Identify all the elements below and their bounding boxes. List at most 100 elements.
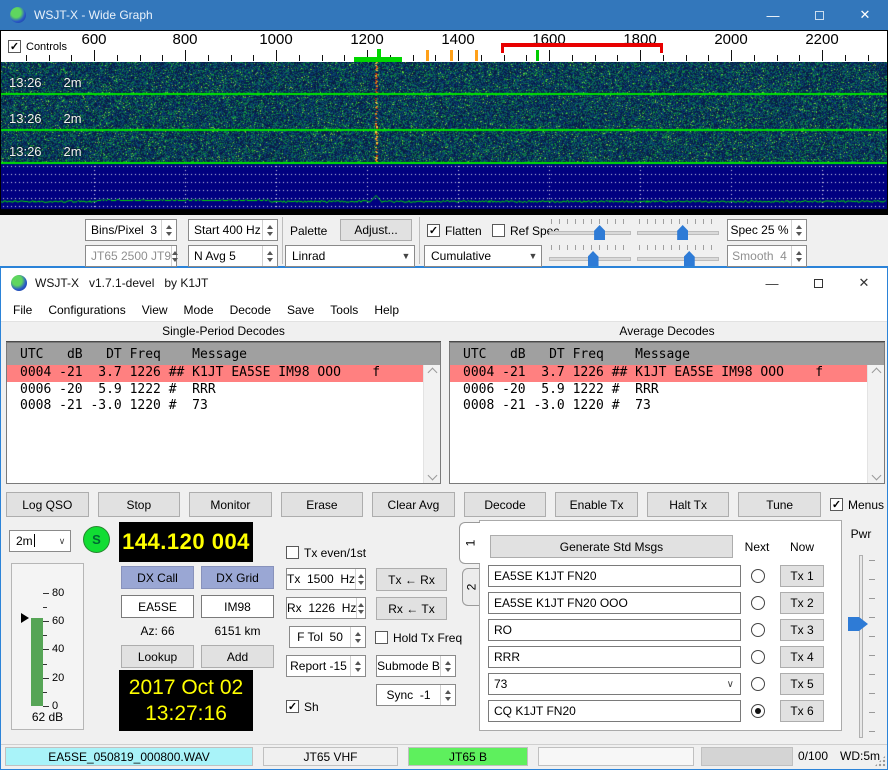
tx-now-button-5[interactable]: Tx 5 [780, 673, 824, 695]
tx-freq-spinner[interactable]: Tx 1500 Hz [286, 568, 366, 590]
menu-file[interactable]: File [5, 300, 40, 320]
close-icon[interactable]: ✕ [842, 0, 888, 30]
tx-next-radio-3[interactable] [751, 623, 765, 637]
decode-row[interactable]: 0004 -21 3.7 1226 ## K1JT EA5SE IM98 OOO… [7, 365, 423, 382]
tx-from-rx-button[interactable]: Tx ← Rx [376, 568, 447, 591]
n-avg-spinner[interactable]: N Avg 5 [188, 245, 278, 267]
scroll-down-icon[interactable] [871, 471, 881, 481]
sync-spinner[interactable]: Sync -1 [376, 684, 456, 706]
spinner-arrows-icon[interactable] [355, 569, 365, 589]
wide-graph-titlebar[interactable]: WSJT-X - Wide Graph — ✕ [0, 0, 888, 30]
decode-row[interactable]: 0006 -20 5.9 1222 # RRR [450, 382, 867, 399]
tx-now-button-6[interactable]: Tx 6 [780, 700, 824, 722]
frequency-scale[interactable]: Controls 6008001000120014001600180020002… [1, 31, 887, 62]
slider-thumb[interactable] [684, 251, 695, 266]
generate-std-msgs-button[interactable]: Generate Std Msgs [490, 535, 733, 558]
tune-button[interactable]: Tune [738, 492, 821, 517]
slider-thumb[interactable] [594, 225, 605, 240]
spectrum-zero-slider[interactable] [637, 244, 719, 266]
scroll-up-icon[interactable] [427, 368, 437, 378]
tx-now-button-2[interactable]: Tx 2 [780, 592, 824, 614]
tx-next-radio-4[interactable] [751, 650, 765, 664]
tab-1[interactable]: 1 [459, 522, 480, 564]
spinner-arrows-icon[interactable] [262, 246, 277, 266]
add-button[interactable]: Add [201, 645, 274, 668]
main-titlebar[interactable]: WSJT-X v1.7.1-devel by K1JT — ✕ [1, 268, 887, 298]
spinner-arrows-icon[interactable] [350, 627, 365, 647]
scroll-up-icon[interactable] [871, 368, 881, 378]
spec-percent-spinner[interactable]: Spec 25 % [727, 219, 807, 241]
dx-grid-field[interactable]: IM98 [201, 595, 274, 618]
tx-now-button-3[interactable]: Tx 3 [780, 619, 824, 641]
pwr-slider[interactable] [859, 555, 863, 738]
menu-help[interactable]: Help [366, 300, 407, 320]
decode-list[interactable]: 0004 -21 3.7 1226 ## K1JT EA5SE IM98 OOO… [450, 365, 867, 483]
tx-message-field-1[interactable]: EA5SE K1JT FN20 [488, 565, 741, 587]
menu-tools[interactable]: Tools [322, 300, 366, 320]
band-select-combo[interactable]: 2m ∨ [9, 530, 71, 552]
tx-even-checkbox[interactable]: Tx even/1st [286, 545, 366, 560]
decode-list[interactable]: 0004 -21 3.7 1226 ## K1JT EA5SE IM98 OOO… [7, 365, 423, 483]
slider-thumb[interactable] [677, 225, 688, 240]
menus-checkbox[interactable]: Menus [830, 497, 884, 512]
clear-avg-button[interactable]: Clear Avg [372, 492, 455, 517]
controls-checkbox[interactable]: Controls [8, 39, 67, 54]
tx-next-radio-1[interactable] [751, 569, 765, 583]
hold-tx-freq-checkbox[interactable]: Hold Tx Freq [375, 630, 462, 645]
pwr-slider-thumb[interactable] [848, 617, 868, 631]
status-s-indicator[interactable]: S [83, 526, 110, 553]
tx-next-radio-6[interactable] [751, 704, 765, 718]
minimize-icon[interactable]: — [749, 268, 795, 298]
decode-row[interactable]: 0008 -21 -3.0 1220 # 73 [7, 398, 423, 415]
tx-message-field-2[interactable]: EA5SE K1JT FN20 OOO [488, 592, 741, 614]
sh-checkbox[interactable]: Sh [286, 699, 319, 714]
close-icon[interactable]: ✕ [841, 268, 887, 298]
tx-message-field-4[interactable]: RRR [488, 646, 741, 668]
spinner-arrows-icon[interactable] [161, 220, 176, 240]
menu-mode[interactable]: Mode [176, 300, 222, 320]
menu-configurations[interactable]: Configurations [40, 300, 133, 320]
tx-message-field-5[interactable]: 73∨ [488, 673, 741, 695]
waterfall-spectrum-canvas[interactable] [1, 62, 887, 214]
tx-message-field-6[interactable]: CQ K1JT FN20 [488, 700, 741, 722]
spinner-arrows-icon[interactable] [791, 220, 806, 240]
halt-tx-button[interactable]: Halt Tx [647, 492, 730, 517]
scrollbar[interactable] [423, 365, 440, 483]
slider-thumb[interactable] [588, 251, 599, 266]
palette-combo[interactable]: Linrad ▼ [285, 245, 415, 267]
tx-message-field-3[interactable]: RO [488, 619, 741, 641]
spinner-arrows-icon[interactable] [356, 598, 365, 618]
tx-next-radio-2[interactable] [751, 596, 765, 610]
spinner-arrows-icon[interactable] [440, 656, 455, 676]
dx-call-field[interactable]: EA5SE [121, 595, 194, 618]
ftol-spinner[interactable]: F Tol 50 [289, 626, 366, 648]
spinner-arrows-icon[interactable] [262, 220, 277, 240]
tx-now-button-1[interactable]: Tx 1 [780, 565, 824, 587]
rx-from-tx-button[interactable]: Rx ← Tx [376, 597, 447, 620]
flatten-checkbox[interactable]: Flatten [427, 223, 482, 238]
monitor-button[interactable]: Monitor [189, 492, 272, 517]
spinner-arrows-icon[interactable] [350, 656, 365, 676]
start-freq-spinner[interactable]: Start 400 Hz [188, 219, 278, 241]
menu-decode[interactable]: Decode [222, 300, 279, 320]
maximize-icon[interactable] [795, 268, 841, 298]
erase-button[interactable]: Erase [281, 492, 364, 517]
minimize-icon[interactable]: — [750, 0, 796, 30]
tx-now-button-4[interactable]: Tx 4 [780, 646, 824, 668]
tab-2[interactable]: 2 [462, 568, 480, 606]
waterfall-zero-slider[interactable] [637, 218, 719, 240]
decode-row[interactable]: 0004 -21 3.7 1226 ## K1JT EA5SE IM98 OOO… [450, 365, 867, 382]
submode-spinner[interactable]: Submode B [376, 655, 456, 677]
enable-tx-button[interactable]: Enable Tx [555, 492, 638, 517]
menu-view[interactable]: View [134, 300, 176, 320]
rx-freq-spinner[interactable]: Rx 1226 Hz [286, 597, 366, 619]
scroll-down-icon[interactable] [427, 471, 437, 481]
spinner-arrows-icon[interactable] [440, 685, 455, 705]
waterfall-gain-slider[interactable] [549, 218, 631, 240]
spectrum-mode-combo[interactable]: Cumulative ▼ [424, 245, 542, 267]
menu-save[interactable]: Save [279, 300, 322, 320]
report-spinner[interactable]: Report -15 [286, 655, 366, 677]
maximize-icon[interactable] [796, 0, 842, 30]
log-qso-button[interactable]: Log QSO [6, 492, 89, 517]
lookup-button[interactable]: Lookup [121, 645, 194, 668]
